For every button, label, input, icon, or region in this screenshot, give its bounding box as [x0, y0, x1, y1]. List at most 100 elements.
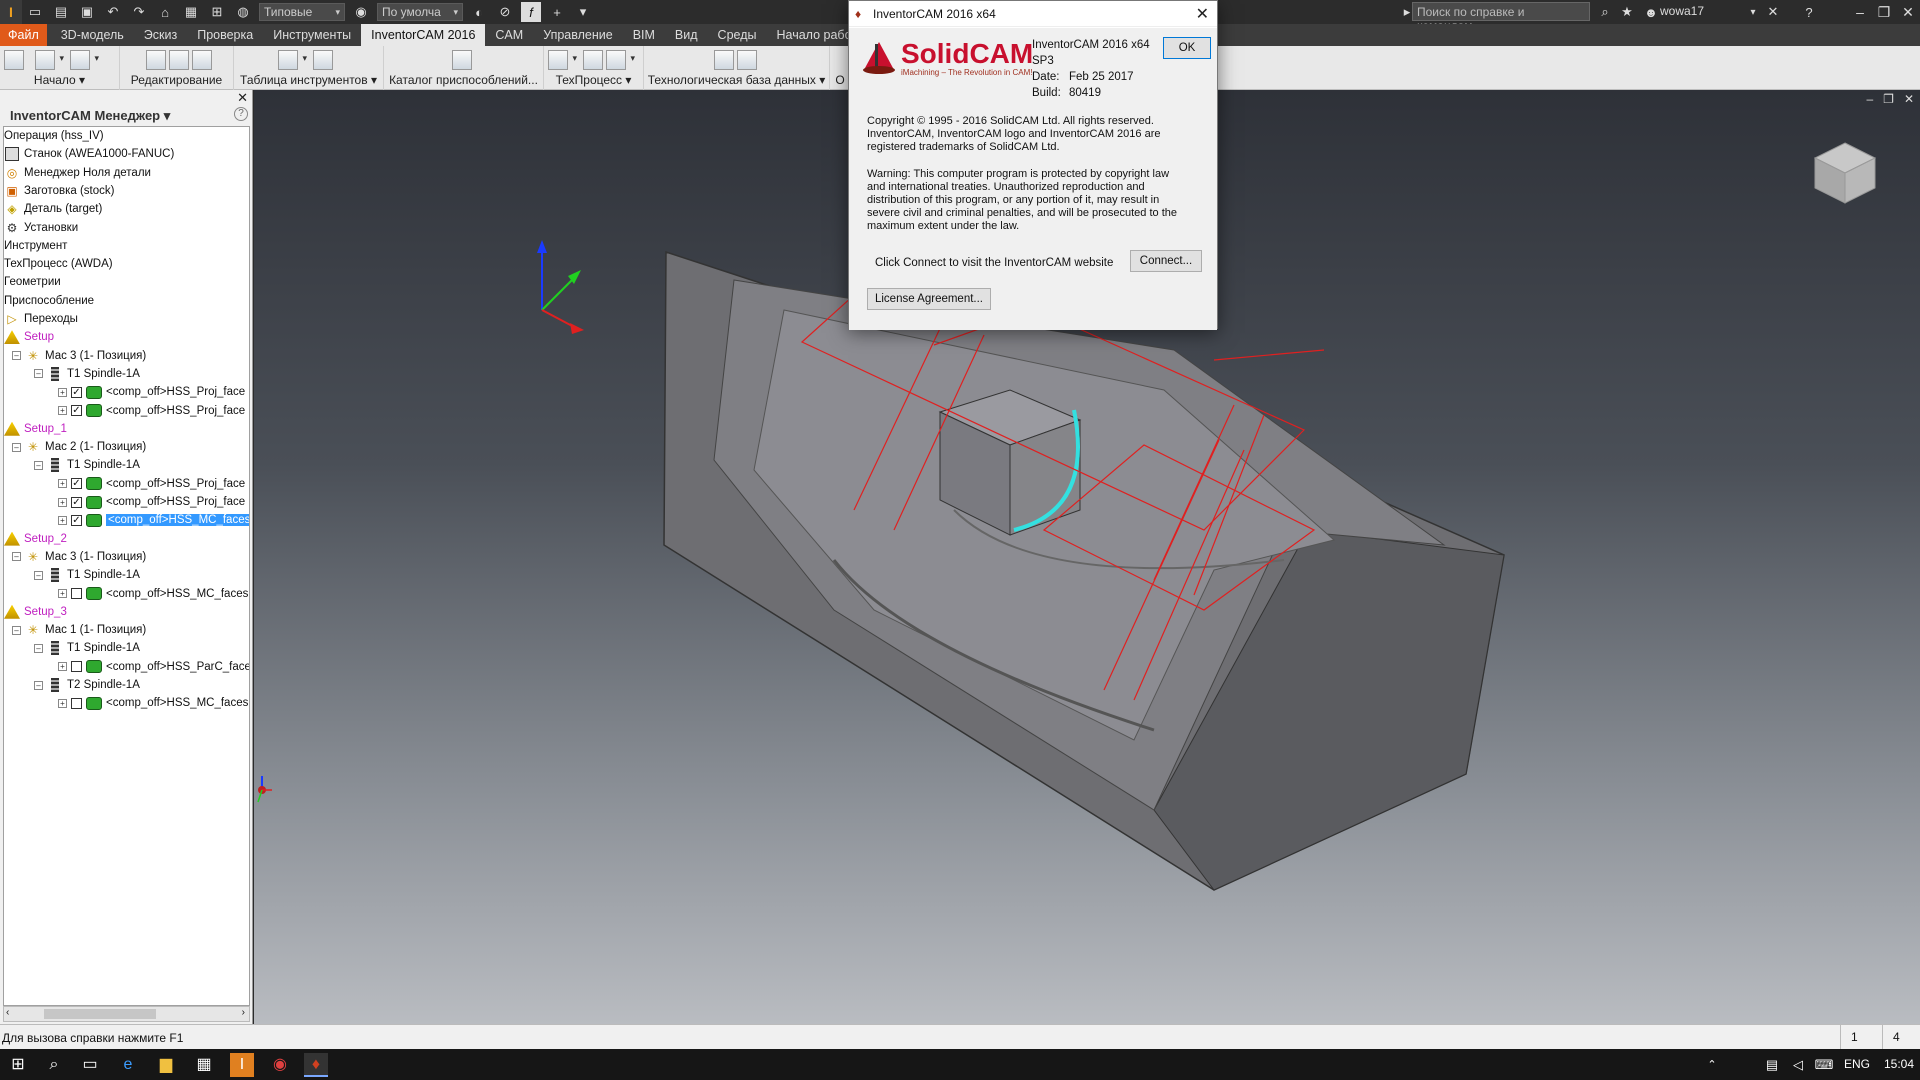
horizontal-scrollbar[interactable]: ‹ ›	[3, 1006, 250, 1022]
volume-icon[interactable]: ◁	[1786, 1053, 1810, 1077]
clear-appearance-icon[interactable]: ⊘	[495, 2, 515, 22]
clock[interactable]: 15:04	[1884, 1057, 1914, 1071]
operation-checkbox[interactable]	[71, 697, 82, 709]
tree-node[interactable]: ▣ Заготовка (stock)	[4, 182, 114, 200]
tree-setup-node[interactable]: Setup_1	[4, 420, 67, 438]
operation-checkbox[interactable]: ✓	[71, 478, 82, 490]
tree-node[interactable]: – T1 Spindle-1A	[34, 456, 140, 474]
operation-checkbox[interactable]: ✓	[71, 386, 82, 398]
minimize-button[interactable]: –	[1848, 2, 1872, 22]
keyboard-icon[interactable]: ⌨	[1812, 1053, 1836, 1077]
process-list-icon[interactable]	[606, 50, 635, 70]
open-icon[interactable]: ▤	[51, 2, 71, 22]
appearance-icon[interactable]: ◐	[469, 2, 489, 22]
function-icon[interactable]: f	[521, 2, 541, 22]
operation-checkbox[interactable]	[71, 588, 82, 599]
exchange-icon[interactable]: ✕	[1763, 2, 1783, 22]
tree-node[interactable]: – T2 Spindle-1A	[34, 676, 140, 694]
connect-button[interactable]: Connect...	[1130, 250, 1202, 272]
tree-setup-node[interactable]: Setup_3	[4, 603, 67, 621]
tab-3d-model[interactable]: 3D-модель	[51, 24, 134, 46]
operation-checkbox[interactable]	[71, 661, 82, 673]
color-wheel-icon[interactable]: ◉	[351, 2, 371, 22]
copy-icon[interactable]	[146, 50, 166, 70]
tree-operation-node[interactable]: + ✓ <comp_off>HSS_Proj_face	[58, 493, 245, 511]
tree-node[interactable]: Инструмент	[4, 237, 67, 255]
tree-node[interactable]: – ✳ Мас 2 (1- Позиция)	[12, 438, 146, 456]
ribbon-group-label[interactable]: ТехПроцесс ▾	[544, 73, 643, 87]
tree-operation-node[interactable]: + <comp_off>HSS_MC_faces	[58, 585, 248, 603]
tab-manage[interactable]: Управление	[533, 24, 623, 46]
expand-toggle-icon[interactable]: –	[12, 351, 21, 361]
customize-icon[interactable]: ▾	[573, 2, 593, 22]
tree-node[interactable]: ▷ Переходы	[4, 310, 78, 328]
help-icon[interactable]: ?	[1799, 2, 1819, 22]
inventor-logo-icon[interactable]: I	[0, 0, 22, 24]
close-panel-icon[interactable]: ✕	[237, 90, 248, 106]
open-operation-icon[interactable]	[70, 50, 99, 70]
home-icon[interactable]: ⌂	[155, 2, 175, 22]
ribbon-group-label[interactable]: Таблица инструментов ▾	[234, 73, 383, 87]
solidcam-taskbar-icon[interactable]: ♦	[304, 1053, 328, 1077]
expand-toggle-icon[interactable]: –	[12, 552, 21, 562]
user-name[interactable]: wowa17	[1660, 4, 1704, 18]
process-template-icon[interactable]	[583, 50, 603, 70]
scroll-left-icon[interactable]: ‹	[6, 1007, 9, 1018]
expand-toggle-icon[interactable]: –	[34, 643, 43, 653]
tree-operation-node[interactable]: + ✓ <comp_off>HSS_Proj_face	[58, 475, 245, 493]
tree-node[interactable]: ⚙ Установки	[4, 219, 79, 237]
material-select[interactable]: По умолча ▾	[377, 3, 463, 21]
database-save-icon[interactable]	[737, 50, 757, 70]
windows-start-icon[interactable]: ⊞	[6, 1053, 30, 1077]
properties-icon[interactable]	[192, 50, 212, 70]
expand-toggle-icon[interactable]: +	[58, 387, 67, 397]
expand-toggle-icon[interactable]: –	[34, 369, 43, 379]
expand-toggle-icon[interactable]: –	[34, 680, 43, 690]
tree-node[interactable]: Станок (AWEA1000-FANUC)	[4, 145, 174, 163]
tree-operation-node[interactable]: + ✓ <comp_off>HSS_Proj_face	[58, 383, 245, 401]
expand-toggle-icon[interactable]: –	[12, 625, 21, 635]
chevron-down-icon[interactable]: ▾	[1743, 2, 1763, 22]
tree-setup-node[interactable]: Setup_2	[4, 530, 67, 548]
tree-operation-node[interactable]: + <comp_off>HSS_MC_faces	[58, 694, 248, 712]
ok-button[interactable]: OK	[1163, 37, 1211, 59]
license-agreement-button[interactable]: License Agreement...	[867, 288, 991, 310]
close-window-button[interactable]: ✕	[1896, 2, 1920, 22]
tree-operation-node[interactable]: + <comp_off>HSS_ParC_face	[58, 658, 249, 676]
network-icon[interactable]: ▤	[1760, 1053, 1784, 1077]
ribbon-group-label[interactable]: Начало ▾	[0, 73, 119, 87]
tree-node[interactable]: – T1 Spindle-1A	[34, 566, 140, 584]
select-icon[interactable]: ⊞	[207, 2, 227, 22]
tree-node[interactable]: Геометрии	[4, 273, 61, 291]
task-view-icon[interactable]: ▭	[78, 1053, 102, 1077]
tree-node[interactable]: ◈ Деталь (target)	[4, 200, 102, 218]
tab-tools[interactable]: Инструменты	[263, 24, 361, 46]
ribbon-group-label[interactable]: Технологическая база данных ▾	[644, 73, 829, 87]
redo-icon[interactable]: ↷	[129, 2, 149, 22]
help-search-input[interactable]: Поиск по справке и командам...	[1412, 2, 1590, 33]
tray-expand-icon[interactable]: ⌃	[1700, 1053, 1724, 1077]
calculator-icon[interactable]	[4, 50, 24, 70]
operation-checkbox[interactable]: ✓	[71, 514, 82, 526]
style-select[interactable]: Типовые ▾	[259, 3, 345, 21]
tree-operation-node[interactable]: + ✓ <comp_off>HSS_Proj_face	[58, 402, 245, 420]
maximize-button[interactable]: ❐	[1872, 2, 1896, 22]
tool-edit-icon[interactable]	[313, 50, 333, 70]
dialog-close-button[interactable]: ✕	[1196, 4, 1209, 24]
expand-toggle-icon[interactable]: +	[58, 589, 67, 598]
star-icon[interactable]: ★	[1617, 2, 1637, 22]
operation-checkbox[interactable]: ✓	[71, 405, 82, 416]
tree-node[interactable]: – ✳ Мас 3 (1- Позиция)	[12, 548, 146, 566]
tab-cam[interactable]: CAM	[485, 24, 533, 46]
expand-toggle-icon[interactable]: +	[58, 698, 67, 708]
scroll-thumb[interactable]	[44, 1009, 156, 1019]
expand-toggle-icon[interactable]: –	[12, 442, 21, 452]
explorer-icon[interactable]: ▆	[154, 1053, 178, 1077]
tree-setup-node[interactable]: Setup	[4, 328, 54, 346]
expand-toggle-icon[interactable]: +	[58, 479, 67, 489]
tree-node[interactable]: – T1 Spindle-1A	[34, 365, 140, 383]
tab-bim[interactable]: BIM	[623, 24, 665, 46]
database-icon[interactable]	[714, 50, 734, 70]
save-icon[interactable]: ▣	[77, 2, 97, 22]
user-icon[interactable]: ☻	[1641, 2, 1661, 22]
